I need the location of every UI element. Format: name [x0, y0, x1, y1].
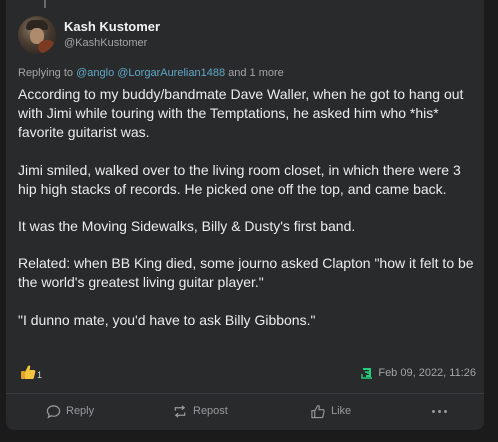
- replying-more-link[interactable]: and 1 more: [228, 67, 284, 79]
- repost-icon: [174, 404, 186, 418]
- author-handle[interactable]: @KashKustomer: [64, 35, 160, 51]
- post-header: Kash Kustomer @KashKustomer: [18, 16, 160, 54]
- post-paragraph: Jimi smiled, walked over to the living r…: [18, 161, 461, 197]
- author-display-name[interactable]: Kash Kustomer: [64, 19, 160, 35]
- avatar[interactable]: [18, 16, 56, 54]
- post-body: According to my buddy/bandmate Dave Wall…: [18, 85, 480, 348]
- replying-prefix: Replying to: [18, 67, 74, 79]
- thumbs-up-icon: [311, 404, 325, 418]
- author-names: Kash Kustomer @KashKustomer: [64, 19, 160, 51]
- repost-label: Repost: [193, 405, 228, 417]
- post-paragraph: "I dunno mate, you'd have to ask Billy G…: [18, 311, 316, 328]
- timestamp-text: Feb 09, 2022, 11:26: [378, 366, 476, 379]
- thumbs-up-emoji-icon: [21, 365, 36, 379]
- mention-link[interactable]: @LorgarAurelian1488: [117, 67, 225, 79]
- thread-line: [44, 0, 46, 8]
- divider: [6, 393, 484, 394]
- replying-to-line: Replying to @anglo @LorgarAurelian1488 a…: [18, 67, 284, 79]
- gab-logo-icon: [361, 368, 373, 379]
- action-bar: Reply Repost Like: [6, 400, 484, 422]
- more-options-button[interactable]: [432, 400, 447, 422]
- post-paragraph: It was the Moving Sidewalks, Billy & Dus…: [18, 218, 356, 235]
- reaction-summary[interactable]: 1: [20, 364, 42, 380]
- mention-link[interactable]: @anglo: [76, 67, 114, 79]
- post-paragraph: Related: when BB King died, some journo …: [18, 255, 474, 291]
- ellipsis-icon: [432, 409, 447, 413]
- reply-label: Reply: [66, 405, 95, 417]
- post-paragraph: According to my buddy/bandmate Dave Wall…: [18, 86, 464, 141]
- reaction-count: 1: [37, 370, 43, 380]
- reply-button[interactable]: Reply: [46, 400, 94, 422]
- post-card: Kash Kustomer @KashKustomer Replying to …: [6, 0, 484, 430]
- repost-button[interactable]: Repost: [172, 400, 228, 422]
- comment-icon: [46, 404, 61, 418]
- like-label: Like: [331, 405, 352, 417]
- post-timestamp[interactable]: Feb 09, 2022, 11:26: [361, 366, 476, 379]
- like-button[interactable]: Like: [310, 400, 351, 422]
